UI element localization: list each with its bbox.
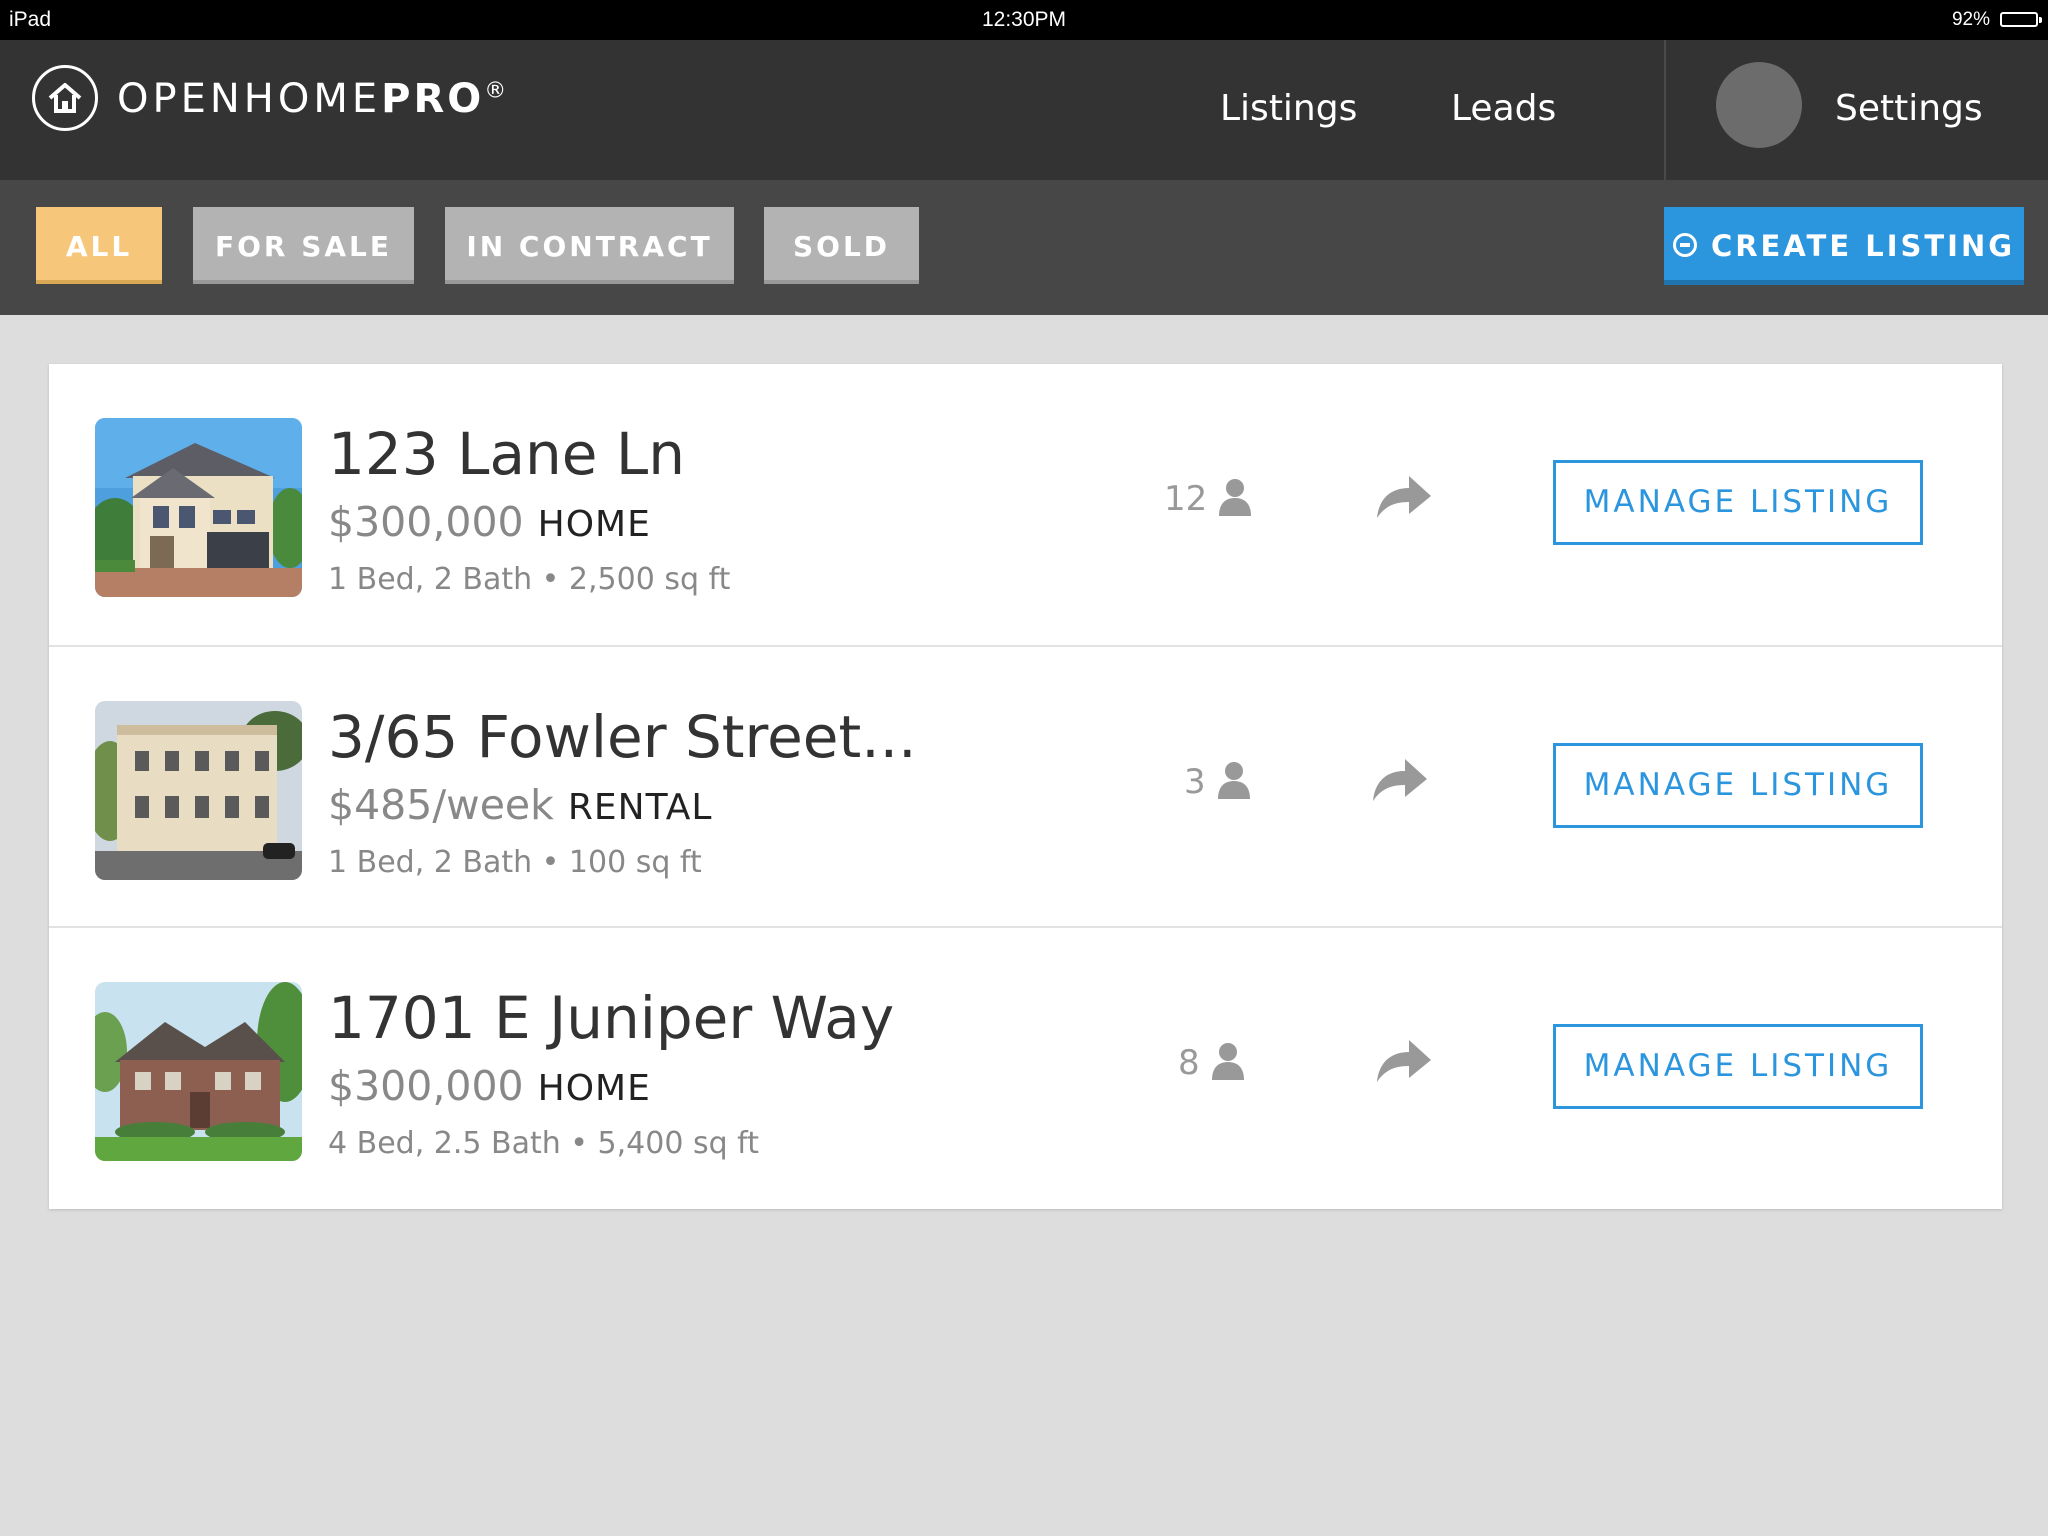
brand-light: OPENHOME <box>117 76 382 122</box>
listing-row[interactable]: 123 Lane Ln $300,000 HOME 1 Bed, 2 Bath •… <box>49 364 2002 645</box>
avatar[interactable] <box>1716 62 1802 148</box>
home-logo-icon[interactable] <box>32 65 98 131</box>
battery-icon <box>2000 12 2042 27</box>
nav-listings[interactable]: Listings <box>1220 88 1357 129</box>
listings-card: 123 Lane Ln $300,000 HOME 1 Bed, 2 Bath •… <box>49 364 2002 1209</box>
listing-photo[interactable] <box>95 418 302 597</box>
listing-address[interactable]: 1701 E Juniper Way <box>328 984 894 1052</box>
listing-details: 4 Bed, 2.5 Bath • 5,400 sq ft <box>328 1126 759 1161</box>
listing-photo[interactable] <box>95 982 302 1161</box>
listing-photo[interactable] <box>95 701 302 880</box>
brand-bold: PRO <box>381 76 485 122</box>
manage-listing-button[interactable]: MANAGE LISTING <box>1553 460 1923 545</box>
leads-number: 3 <box>1184 762 1206 802</box>
manage-listing-button[interactable]: MANAGE LISTING <box>1553 743 1923 828</box>
brand-mark: ® <box>484 78 507 104</box>
filter-all[interactable]: ALL <box>36 207 162 284</box>
listing-details: 1 Bed, 2 Bath • 2,500 sq ft <box>328 562 731 597</box>
person-icon <box>1217 761 1250 799</box>
nav-divider <box>1664 40 1666 180</box>
create-listing-label: CREATE LISTING <box>1710 229 2016 263</box>
battery-percent: 92% <box>1951 9 1990 30</box>
listing-type: RENTAL <box>567 787 713 828</box>
clock: 12:30PM <box>981 8 1067 31</box>
listing-price: $300,000 <box>328 1062 524 1110</box>
brand-logo: OPENHOMEPRO® <box>117 76 506 122</box>
listing-type: HOME <box>537 504 651 545</box>
listing-price-line: $300,000 HOME <box>328 1062 651 1110</box>
listing-price: $485/week <box>328 781 554 829</box>
filter-for-sale[interactable]: FOR SALE <box>193 207 414 284</box>
share-icon[interactable] <box>1371 757 1429 808</box>
listing-details: 1 Bed, 2 Bath • 100 sq ft <box>328 845 702 880</box>
top-nav: OPENHOMEPRO® Listings Leads Settings <box>0 40 2048 180</box>
nav-settings[interactable]: Settings <box>1835 88 1983 129</box>
person-icon <box>1211 1042 1244 1080</box>
leads-count[interactable]: 12 <box>1164 478 1253 520</box>
status-bar: iPad 12:30PM 92% <box>0 0 2048 40</box>
listing-address[interactable]: 3/65 Fowler Street... <box>328 703 917 771</box>
filter-in-contract[interactable]: IN CONTRACT <box>445 207 734 284</box>
listing-price-line: $300,000 HOME <box>328 498 651 546</box>
share-icon[interactable] <box>1375 1038 1433 1089</box>
person-icon <box>1219 478 1252 516</box>
listing-row[interactable]: 3/65 Fowler Street... $485/week RENTAL 1 … <box>49 645 2002 928</box>
leads-number: 12 <box>1164 479 1208 519</box>
listing-type: HOME <box>537 1068 651 1109</box>
share-icon[interactable] <box>1375 474 1433 525</box>
nav-leads[interactable]: Leads <box>1451 88 1556 129</box>
manage-listing-button[interactable]: MANAGE LISTING <box>1553 1024 1923 1109</box>
leads-count[interactable]: 8 <box>1178 1042 1246 1084</box>
plus-circle-icon <box>1672 233 1697 257</box>
filter-sold[interactable]: SOLD <box>764 207 919 284</box>
leads-number: 8 <box>1178 1043 1200 1083</box>
listing-row[interactable]: 1701 E Juniper Way $300,000 HOME 4 Bed, 2… <box>49 926 2002 1209</box>
listing-address[interactable]: 123 Lane Ln <box>328 420 685 488</box>
leads-count[interactable]: 3 <box>1184 761 1252 803</box>
listing-price-line: $485/week RENTAL <box>328 781 712 829</box>
filter-bar: ALL FOR SALE IN CONTRACT SOLD CREATE LIS… <box>0 180 2048 315</box>
listing-price: $300,000 <box>328 498 524 546</box>
create-listing-button[interactable]: CREATE LISTING <box>1664 207 2024 285</box>
